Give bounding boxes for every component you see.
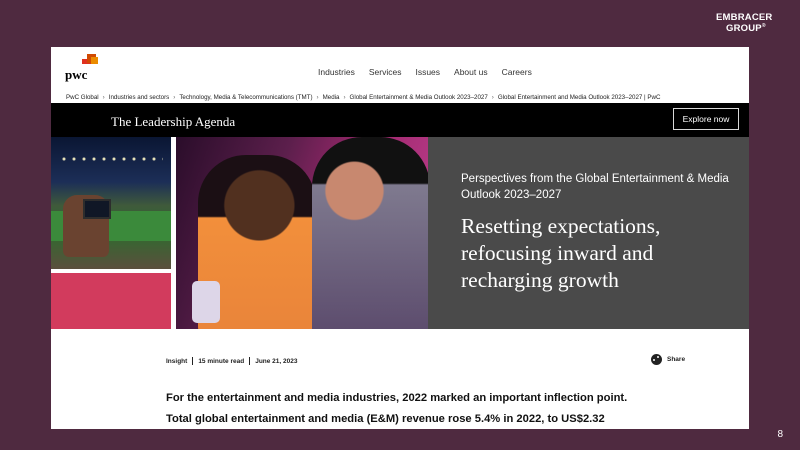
breadcrumb-current: Global Entertainment and Media Outlook 2… [497, 93, 661, 101]
banner-title: The Leadership Agenda [111, 114, 236, 129]
article-intro: For the entertainment and media industri… [166, 388, 726, 429]
pwc-logo-block-amber [91, 57, 98, 64]
registered-mark: ® [761, 23, 766, 29]
meta-divider [192, 357, 194, 365]
hero-text-panel: Perspectives from the Global Entertainme… [428, 137, 749, 329]
breadcrumb-link[interactable]: Industries and sectors [109, 94, 170, 101]
nav-item-careers[interactable]: Careers [502, 67, 532, 77]
phone-icon [83, 199, 111, 219]
hero-kicker: Perspectives from the Global Entertainme… [461, 173, 729, 201]
hero-heading: Resetting expectations, refocusing inwar… [461, 214, 661, 292]
stadium-lights [59, 157, 163, 161]
article-meta: Insight 15 minute read June 21, 2023 [166, 357, 297, 365]
breadcrumb-link[interactable]: Global Entertainment & Media Outlook 202… [350, 94, 488, 101]
nav-item-about-us[interactable]: About us [454, 67, 488, 77]
breadcrumb-link[interactable]: PwC Global [66, 94, 99, 101]
top-navigation: Industries Services Issues About us Care… [318, 67, 532, 77]
explore-now-button[interactable]: Explore now [673, 108, 739, 130]
breadcrumb-link[interactable]: Technology, Media & Telecommunications (… [179, 94, 312, 101]
article-line-1: For the entertainment and media industri… [166, 392, 628, 404]
article-type: Insight [166, 357, 188, 365]
breadcrumb-separator: › [316, 93, 319, 101]
man-smiling [312, 137, 428, 329]
article-line-2: Total global entertainment and media (E&… [166, 413, 605, 425]
pink-accent-block [51, 273, 171, 329]
publish-date: June 21, 2023 [255, 357, 298, 365]
nav-item-issues[interactable]: Issues [415, 67, 440, 77]
brand-line-1: EMBRACER [716, 12, 773, 23]
breadcrumb-link[interactable]: Media [323, 94, 340, 101]
breadcrumb-separator: › [343, 93, 346, 101]
read-time: 15 minute read [198, 357, 245, 365]
pwc-webpage-screenshot: pwc Industries Services Issues About us … [51, 47, 749, 429]
nav-item-industries[interactable]: Industries [318, 67, 355, 77]
embracer-group-logo: EMBRACER GROUP® [716, 12, 792, 35]
phone-icon [192, 281, 220, 323]
breadcrumb-separator: › [173, 93, 176, 101]
share-icon [651, 354, 662, 365]
friends-photo [176, 137, 428, 329]
page-number: 8 [777, 429, 783, 440]
brand-line-2: GROUP [726, 23, 762, 35]
breadcrumb: PwC Global › Industries and sectors › Te… [66, 91, 749, 103]
share-label: Share [667, 356, 686, 363]
share-button[interactable]: Share [651, 354, 685, 365]
breadcrumb-separator: › [102, 93, 105, 101]
stadium-photo [51, 137, 171, 269]
pwc-logo-word: pwc [65, 67, 88, 82]
leadership-agenda-banner: The Leadership Agenda Explore now [51, 103, 749, 137]
nav-item-services[interactable]: Services [369, 67, 402, 77]
meta-divider [249, 357, 251, 365]
hero-section: Perspectives from the Global Entertainme… [51, 137, 749, 329]
pwc-logo[interactable]: pwc [65, 53, 105, 83]
breadcrumb-separator: › [491, 93, 494, 101]
